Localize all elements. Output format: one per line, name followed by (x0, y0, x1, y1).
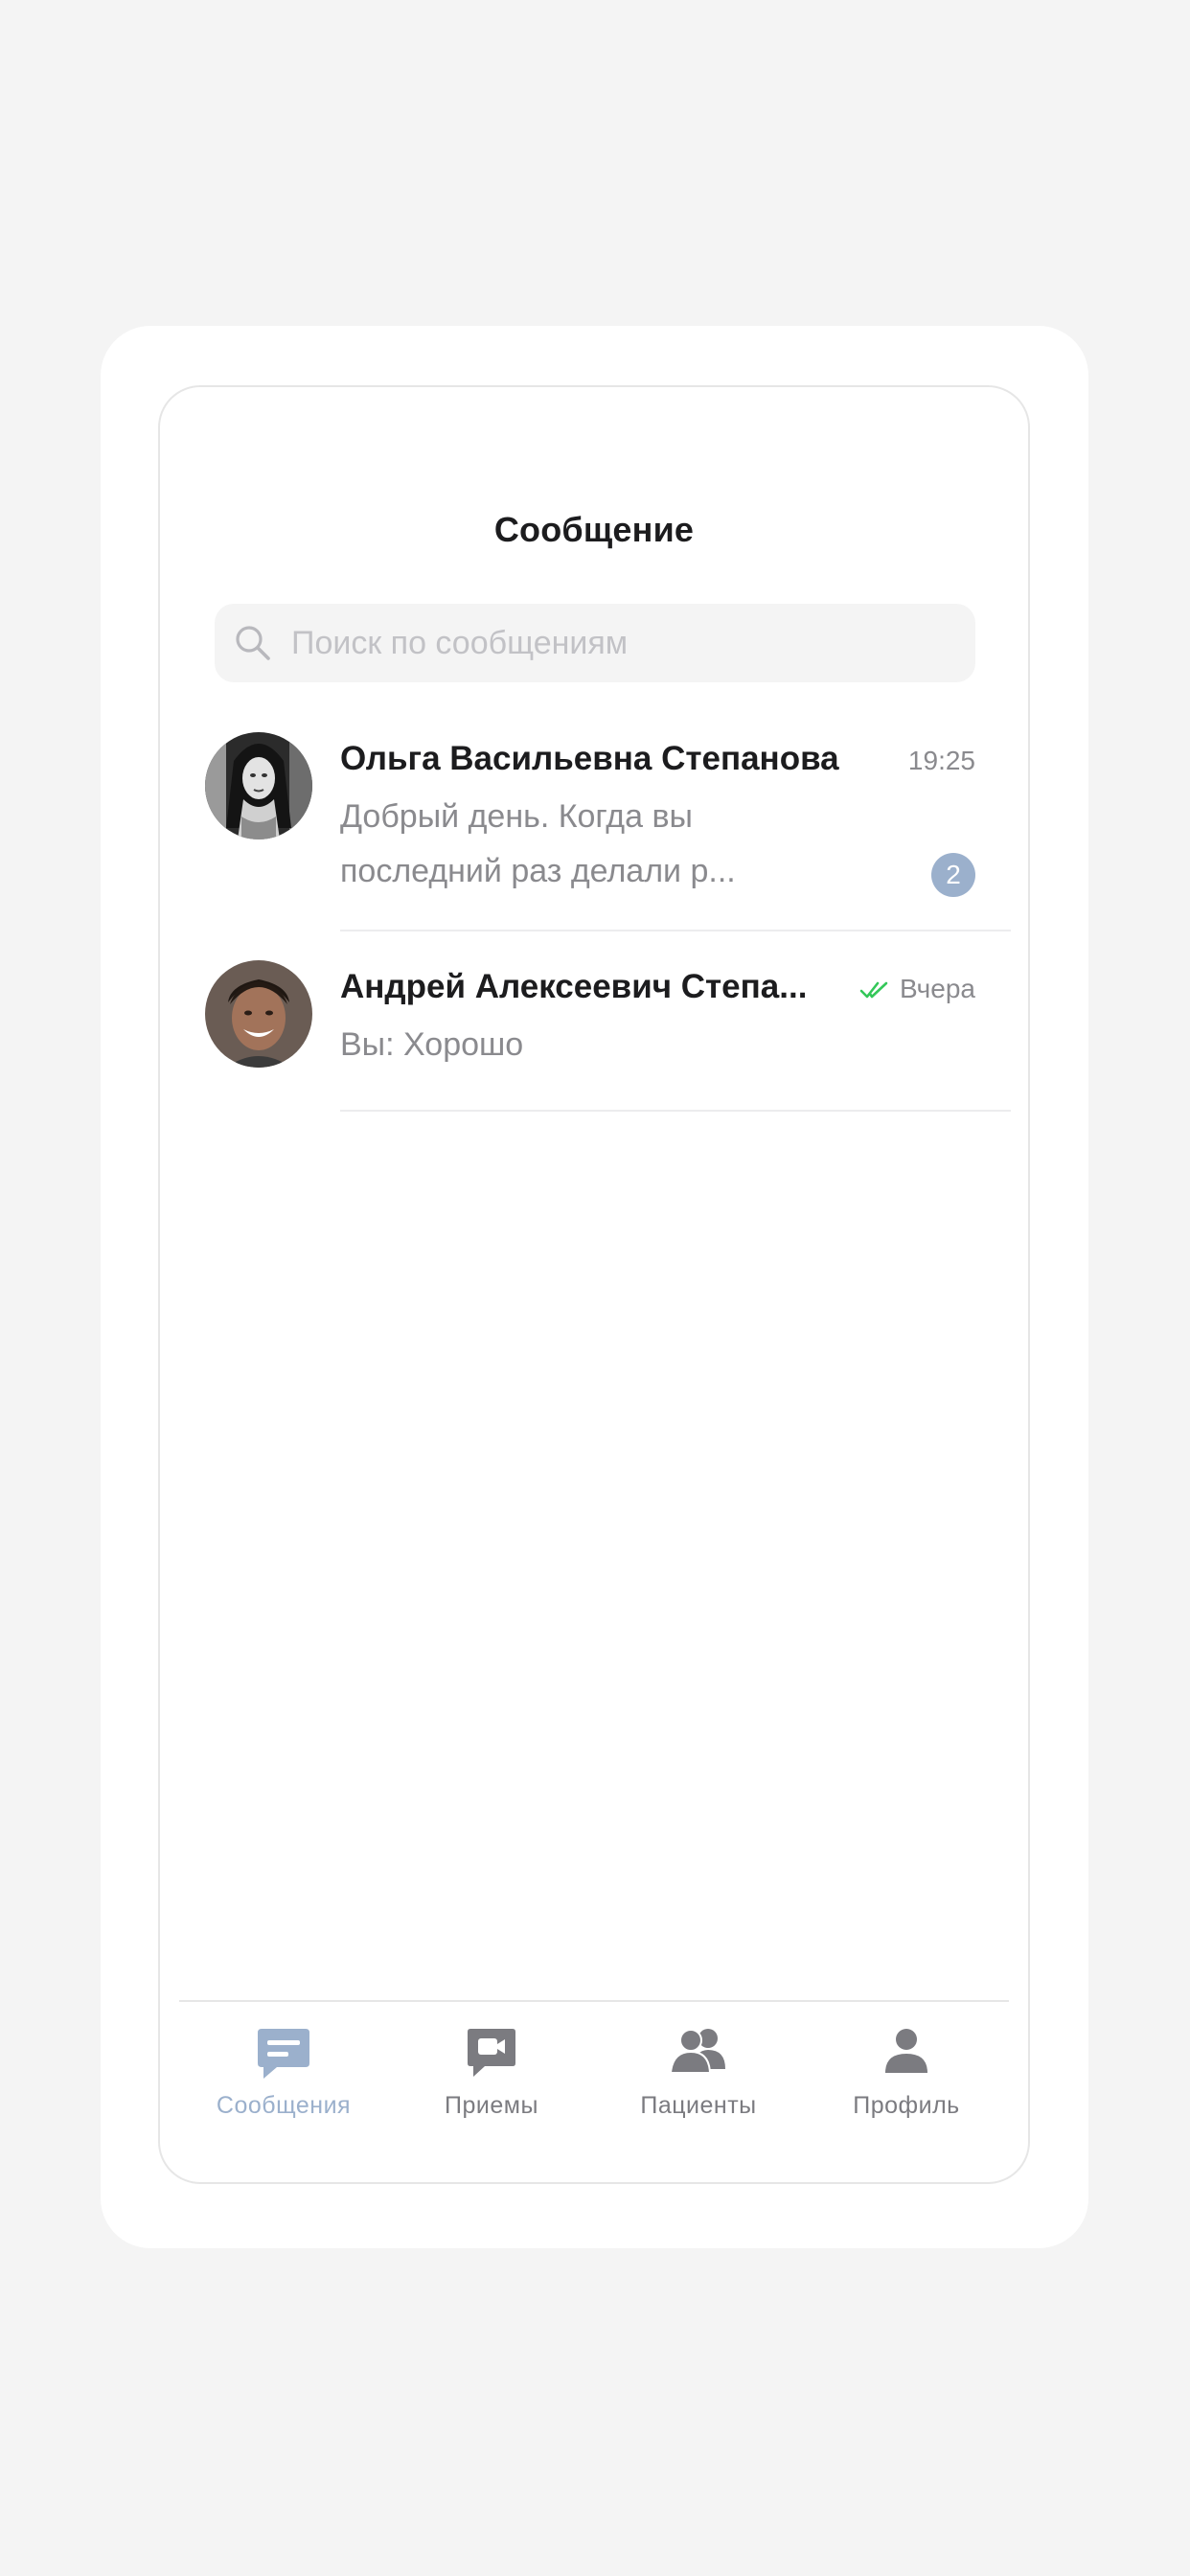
video-camera-icon (468, 2029, 515, 2077)
tab-label: Приемы (445, 2092, 538, 2119)
avatar (205, 732, 312, 840)
person-icon (885, 2029, 927, 2073)
tab-patients[interactable]: Пациенты (603, 2002, 794, 2136)
chat-time: Вчера (899, 974, 975, 1003)
tab-messages[interactable]: Сообщения (188, 2002, 379, 2136)
phone-screen: Сообщение Ольга Васильевна Степанова (158, 385, 1030, 2184)
chat-time: 19:25 (907, 746, 975, 775)
search-icon (236, 626, 270, 660)
search-bar[interactable] (215, 604, 975, 682)
chat-bubble-icon (258, 2029, 309, 2079)
users-icon (670, 2029, 725, 2074)
chat-list-item[interactable]: Андрей Алексеевич Степа... Вчера Вы: Хор… (160, 958, 1028, 1112)
tab-label: Пациенты (640, 2092, 757, 2119)
avatar (205, 960, 312, 1068)
chat-preview: Вы: Хорошо (340, 1026, 524, 1063)
tab-profile[interactable]: Профиль (811, 2002, 1002, 2136)
divider (340, 1110, 1011, 1112)
tab-bar: Сообщения Приемы Пациенты Профиль (179, 2000, 1009, 2155)
page-title: Сообщение (493, 510, 695, 549)
unread-badge: 2 (931, 853, 975, 897)
chat-preview: Добрый день. Когда вы последний раз дела… (340, 798, 736, 889)
tab-label: Профиль (853, 2092, 960, 2119)
search-input[interactable] (291, 614, 924, 672)
chat-name: Ольга Васильевна Степанова (340, 740, 839, 777)
divider (340, 930, 1011, 932)
chat-list-item[interactable]: Ольга Васильевна Степанова 19:25 Добрый … (160, 730, 1028, 932)
read-double-check-icon (859, 981, 888, 999)
chat-name: Андрей Алексеевич Степа... (340, 968, 808, 1005)
tab-label: Сообщения (216, 2092, 352, 2119)
tab-appointments[interactable]: Приемы (396, 2002, 587, 2136)
